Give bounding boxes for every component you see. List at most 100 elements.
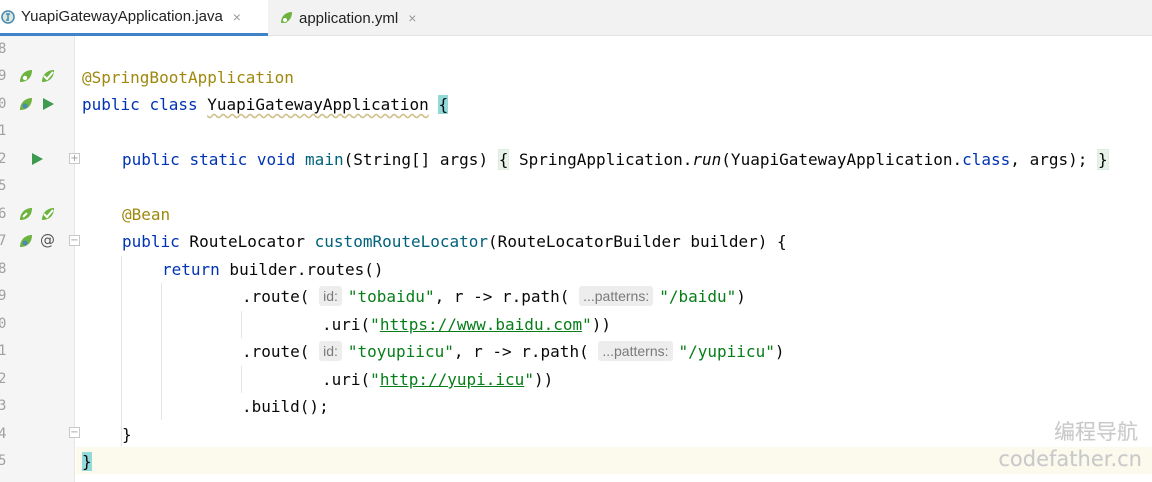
code-text: )) [533, 370, 554, 389]
url-link[interactable]: https://www.baidu.com [380, 315, 582, 334]
editor-tab-bar: YuapiGatewayApplication.java × applicati… [0, 0, 1152, 36]
parameter-hint: id: [319, 286, 342, 306]
spring-bean-icon[interactable] [18, 68, 34, 84]
java-class-icon [1, 9, 15, 24]
code-text: .route( [242, 342, 310, 361]
code-line: .build(); [242, 393, 329, 420]
line-number: 1 [0, 343, 7, 359]
line-number: 7 [0, 233, 7, 249]
watermark-url: codefather.cn [998, 447, 1142, 471]
code-line: } [122, 421, 132, 448]
code-line: public class YuapiGatewayApplication { [82, 91, 449, 118]
brace: } [122, 425, 132, 444]
folded-brace[interactable]: { [497, 149, 510, 170]
line-number: 5 [0, 178, 7, 194]
string-quote: " [370, 315, 380, 334]
close-icon[interactable]: × [408, 10, 416, 26]
keyword: static [189, 150, 248, 169]
code-text: , r -> r.path( [453, 342, 589, 361]
indent-guide [241, 366, 242, 393]
string-quote: " [582, 315, 592, 334]
code-line: .route( id: "toyupiicu", r -> r.path( ...… [242, 338, 784, 365]
code-text: .uri( [322, 370, 371, 389]
run-icon[interactable] [40, 96, 56, 112]
code-text: ) [736, 287, 746, 306]
class-name: YuapiGatewayApplication [207, 95, 429, 114]
keyword: public [122, 232, 180, 251]
indent-guide [161, 283, 162, 420]
method-call: run [692, 150, 722, 169]
code-line: public RouteLocator customRouteLocator(R… [122, 228, 787, 255]
line-number: 0 [0, 316, 7, 332]
indent-guide [121, 256, 122, 446]
code-text: builder.routes() [219, 260, 384, 279]
line-number: 9 [0, 68, 7, 84]
string-quote: " [370, 370, 380, 389]
url-link[interactable]: http://yupi.icu [380, 370, 525, 389]
params: (String[] args) [343, 150, 489, 169]
code-line: .uri("https://www.baidu.com")) [322, 311, 611, 338]
tab-application-yml[interactable]: application.yml × [278, 0, 448, 36]
tab-label: YuapiGatewayApplication.java [21, 8, 223, 25]
watermark-title: 编程导航 [1054, 420, 1138, 444]
string-literal: "tobaidu" [347, 287, 435, 306]
string-literal: "/yupiicu" [678, 342, 775, 361]
parameter-hint: id: [319, 341, 342, 361]
brace: { [438, 95, 449, 114]
line-number: 8 [0, 41, 7, 57]
string-quote: " [524, 370, 534, 389]
code-text: )) [591, 315, 612, 334]
code-editor[interactable]: @SpringBootApplication public class Yuap… [76, 36, 1152, 482]
code-line: return builder.routes() [162, 256, 384, 283]
brace: } [82, 452, 92, 471]
annotation: @Bean [122, 205, 171, 224]
code-line: .uri("http://yupi.icu")) [322, 366, 553, 393]
code-text: SpringApplication. [509, 150, 693, 169]
close-icon[interactable]: × [233, 9, 241, 25]
spring-bean-icon[interactable] [18, 96, 34, 112]
parameter-hint: ...patterns: [598, 341, 673, 361]
keyword: public [82, 95, 140, 114]
indent-guide [241, 311, 242, 338]
line-number: 2 [0, 371, 7, 387]
line-number: 4 [0, 426, 7, 442]
spring-run-config-icon[interactable] [40, 206, 56, 222]
tab-yuapi-gateway-application-java[interactable]: YuapiGatewayApplication.java × [0, 0, 268, 36]
keyword: class [962, 150, 1011, 169]
code-text: (YuapiGatewayApplication. [721, 150, 963, 169]
line-number: 6 [0, 206, 7, 222]
run-icon[interactable] [29, 151, 45, 167]
code-text: , r -> r.path( [434, 287, 570, 306]
at-sign-icon[interactable]: @ [40, 232, 56, 248]
line-number: 8 [0, 261, 7, 277]
line-number: 1 [0, 123, 7, 139]
method-name: main [305, 150, 344, 169]
keyword: public [122, 150, 180, 169]
code-line: } [82, 448, 92, 475]
line-number: 3 [0, 398, 7, 414]
line-number: 5 [0, 453, 7, 469]
line-number: 0 [0, 96, 7, 112]
code-line: @SpringBootApplication [82, 64, 294, 91]
current-line-highlight [76, 447, 1152, 474]
code-line: @Bean [122, 201, 170, 228]
code-line: .route( id: "tobaidu", r -> r.path( ...pa… [242, 283, 746, 310]
spring-bean-icon[interactable] [18, 233, 34, 249]
line-number: 9 [0, 288, 7, 304]
method-name: customRouteLocator [314, 232, 489, 251]
type-name: RouteLocator [179, 232, 315, 251]
folded-brace[interactable]: } [1097, 149, 1109, 170]
params: (RouteLocatorBuilder builder) { [488, 232, 787, 251]
string-literal: "/baidu" [659, 287, 737, 306]
editor-gutter: 8 9 0 1 2 5 6 7 8 9 0 1 2 3 4 5 @ + − − [0, 36, 80, 482]
override-icon[interactable] [18, 206, 34, 222]
code-line: public static void main(String[] args) {… [122, 146, 1109, 173]
spring-config-icon [281, 12, 292, 23]
keyword: class [149, 95, 198, 114]
line-number: 2 [0, 151, 7, 167]
keyword: return [162, 260, 220, 279]
annotation: @SpringBootApplication [82, 68, 294, 87]
code-text: , args); [1010, 150, 1097, 169]
keyword: void [256, 150, 296, 169]
spring-run-config-icon[interactable] [40, 68, 56, 84]
